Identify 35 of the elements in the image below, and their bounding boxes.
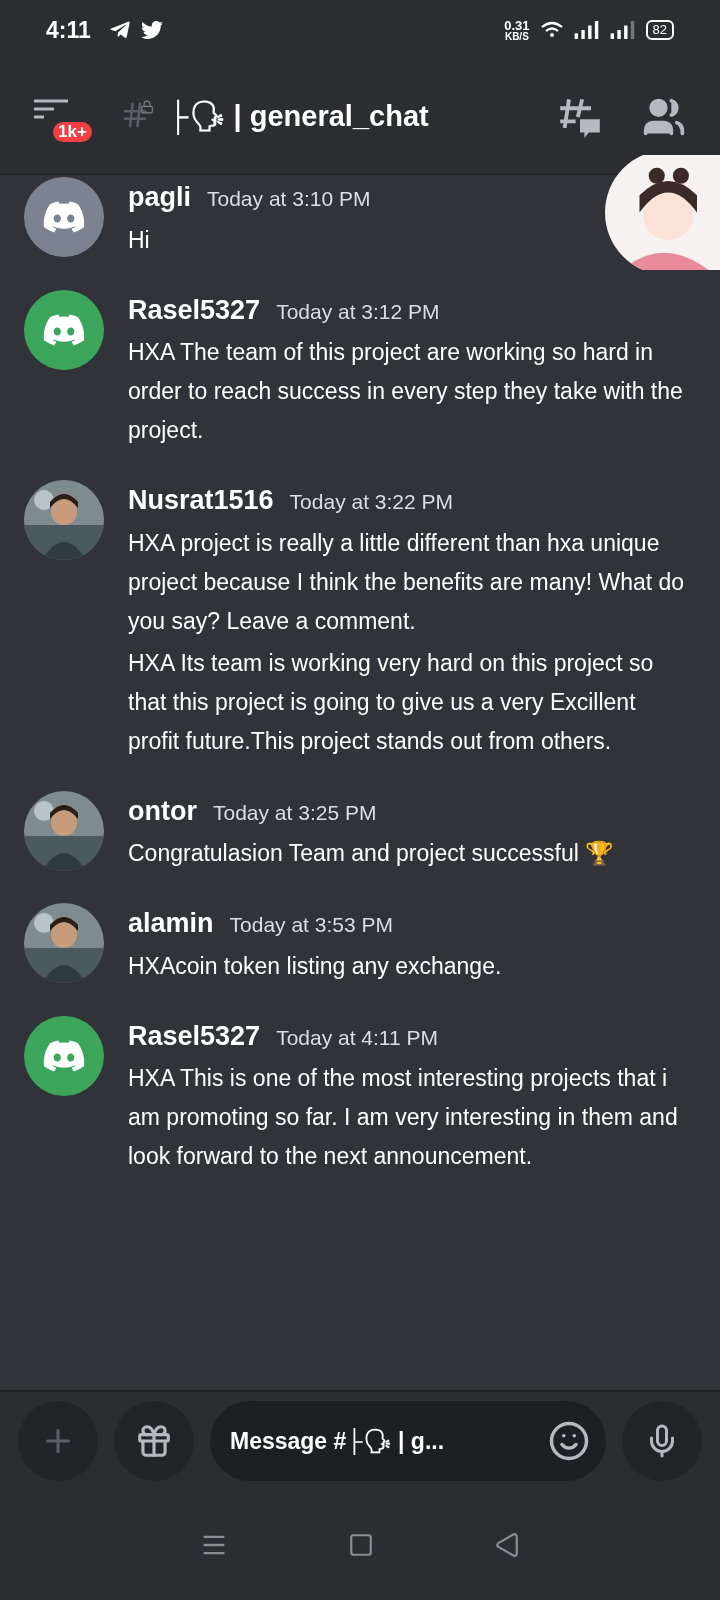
username[interactable]: Rasel5327: [128, 289, 261, 330]
channel-title[interactable]: ├🗣 | general_chat: [168, 95, 429, 139]
message-text: HXA The team of this project are working so hard in order to reach success in every step they take with the project.: [128, 338, 684, 445]
clock-time: 4:11: [46, 15, 91, 45]
username[interactable]: Nusrat1516: [128, 480, 274, 521]
message-time: Today at 3:53 PM: [229, 912, 393, 938]
notification-badge: 1k+: [50, 119, 95, 145]
bird-icon: [140, 19, 163, 41]
back-icon[interactable]: [494, 1532, 520, 1558]
message-time: Today at 3:22 PM: [289, 489, 454, 515]
network-speed: 0.31: [504, 18, 530, 32]
home-icon[interactable]: [348, 1532, 374, 1558]
message-text: Hi: [128, 225, 151, 255]
message-time: Today at 4:11 PM: [276, 1024, 438, 1051]
username[interactable]: alamin: [128, 903, 214, 944]
signal-icon: [609, 21, 636, 39]
signal-icon: [573, 21, 600, 39]
speed-unit: KB/S: [504, 31, 529, 42]
message-time: Today at 3:10 PM: [207, 186, 371, 212]
message-time: Today at 3:25 PM: [213, 799, 377, 826]
menu-icon[interactable]: [34, 99, 68, 119]
message-text: HXA project is really a little different than hxa unique project because I think the benefits are many! What do you say? Leave a comment.: [128, 528, 686, 636]
paper-plane-icon: [108, 19, 131, 41]
username[interactable]: ontor: [128, 790, 197, 831]
battery-indicator: 82: [645, 20, 674, 40]
gift-icon: [135, 1422, 173, 1460]
message-text: HXAcoin token listing any exchange.: [128, 951, 503, 981]
message-text: HXA This is one of the most interesting projects that i am promoting so far. I am very interesting in them and look forward to the next announcement.: [128, 1064, 679, 1171]
message-text: HXA Its team is working very hard on this project so that this project is going to give us a very Excillent profit future.This project stands out from others.: [128, 648, 655, 756]
message-time: Today at 3:12 PM: [276, 298, 440, 325]
message-text: Congratulasion Team and project successful 🏆: [128, 839, 616, 868]
username[interactable]: Rasel5327: [128, 1015, 261, 1056]
username[interactable]: pagli: [128, 177, 191, 218]
emoji-icon[interactable]: [548, 1420, 590, 1462]
wifi-icon: [539, 21, 564, 39]
